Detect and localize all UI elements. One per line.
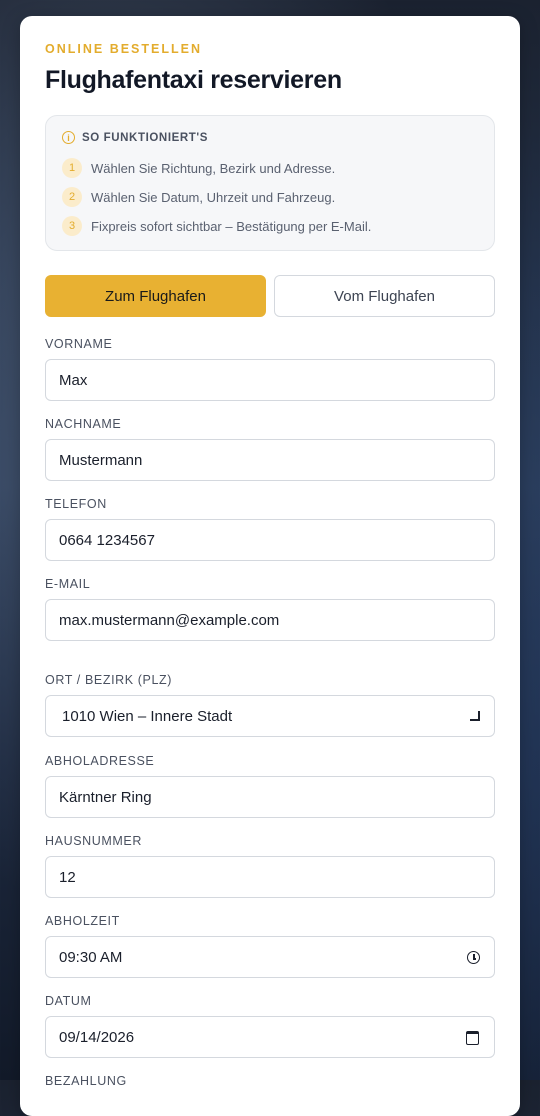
ort-label: ORT / BEZIRK (PLZ) [45, 673, 173, 687]
from-airport-button[interactable]: Vom Flughafen [274, 275, 495, 317]
info-icon: i [62, 131, 75, 144]
clock-icon[interactable] [467, 951, 480, 964]
datum-value: 09/14/2026 [59, 1028, 135, 1046]
telefon-field[interactable]: 0664 1234567 [45, 519, 495, 561]
email-label: E-MAIL [45, 577, 91, 591]
hausnummer-label: HAUSNUMMER [45, 834, 142, 848]
to-airport-button[interactable]: Zum Flughafen [45, 275, 266, 317]
step-number: 1 [62, 158, 82, 178]
how-it-works-header: i SO FUNKTIONIERT'S [62, 131, 208, 144]
email-field[interactable]: max.mustermann@example.com [45, 599, 495, 641]
vorname-label: VORNAME [45, 337, 113, 351]
bezahlung-label: BEZAHLUNG [45, 1074, 127, 1088]
step-2: 2 Wählen Sie Datum, Uhrzeit und Fahrzeug… [62, 187, 335, 207]
step-number: 2 [62, 187, 82, 207]
adresse-label: ABHOLADRESSE [45, 754, 155, 768]
abholzeit-label: ABHOLZEIT [45, 914, 120, 928]
how-it-works-title: SO FUNKTIONIERT'S [82, 131, 209, 144]
step-number: 3 [62, 216, 82, 236]
abholzeit-value: 09:30 AM [59, 948, 123, 966]
step-text: Wählen Sie Richtung, Bezirk und Adresse. [91, 160, 336, 176]
step-text: Fixpreis sofort sichtbar – Bestätigung p… [91, 218, 372, 234]
how-it-works-box: i SO FUNKTIONIERT'S 1 Wählen Sie Richtun… [45, 115, 495, 251]
abholzeit-field[interactable]: 09:30 AM [45, 936, 495, 978]
ort-selected-value: 1010 Wien – Innere Stadt [62, 707, 233, 725]
step-text: Wählen Sie Datum, Uhrzeit und Fahrzeug. [91, 189, 336, 205]
calendar-icon[interactable] [466, 1031, 479, 1045]
datum-field[interactable]: 09/14/2026 [45, 1016, 495, 1058]
datum-label: DATUM [45, 994, 92, 1008]
eyebrow-label: ONLINE BESTELLEN [45, 42, 203, 56]
page-title: Flughafentaxi reservieren [45, 66, 342, 94]
booking-card: ONLINE BESTELLEN Flughafentaxi reservier… [20, 16, 520, 1116]
telefon-label: TELEFON [45, 497, 107, 511]
nachname-label: NACHNAME [45, 417, 122, 431]
vorname-field[interactable]: Max [45, 359, 495, 401]
step-1: 1 Wählen Sie Richtung, Bezirk und Adress… [62, 158, 335, 178]
chevron-down-icon [470, 711, 480, 721]
adresse-field[interactable]: Kärntner Ring [45, 776, 495, 818]
ort-select[interactable]: 1010 Wien – Innere Stadt [45, 695, 495, 737]
step-3: 3 Fixpreis sofort sichtbar – Bestätigung… [62, 216, 371, 236]
hausnummer-field[interactable]: 12 [45, 856, 495, 898]
nachname-field[interactable]: Mustermann [45, 439, 495, 481]
